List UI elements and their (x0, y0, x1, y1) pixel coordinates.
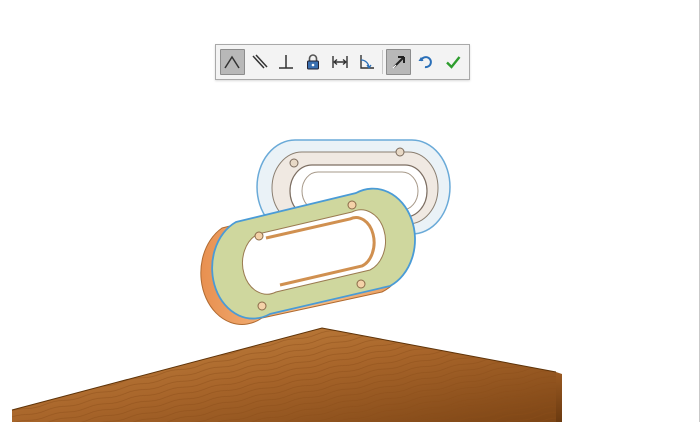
flip-alignment-button[interactable] (386, 49, 412, 75)
undo-icon (418, 56, 432, 69)
lock-icon (307, 54, 320, 70)
orange-link-part[interactable] (200, 187, 416, 325)
mate-popup-toolbar (215, 44, 470, 80)
toolbar-separator (382, 50, 384, 74)
coincident-mate-button[interactable] (220, 49, 245, 75)
ok-button[interactable] (440, 49, 465, 75)
angle-mate-button[interactable] (354, 49, 379, 75)
flip-arrow-icon (392, 56, 405, 69)
distance-icon (332, 56, 348, 68)
undo-button[interactable] (413, 49, 438, 75)
angle-icon (224, 55, 241, 69)
parallel-mate-button[interactable] (247, 49, 272, 75)
lock-mate-button[interactable] (301, 49, 326, 75)
distance-mate-button[interactable] (328, 49, 353, 75)
perpendicular-icon (279, 55, 294, 69)
angle-arc-icon (360, 55, 374, 69)
checkmark-icon (445, 56, 460, 69)
perpendicular-mate-button[interactable] (274, 49, 299, 75)
wood-table[interactable] (11, 327, 562, 422)
parallel-icon (252, 54, 268, 69)
graphics-viewport[interactable] (0, 0, 700, 422)
